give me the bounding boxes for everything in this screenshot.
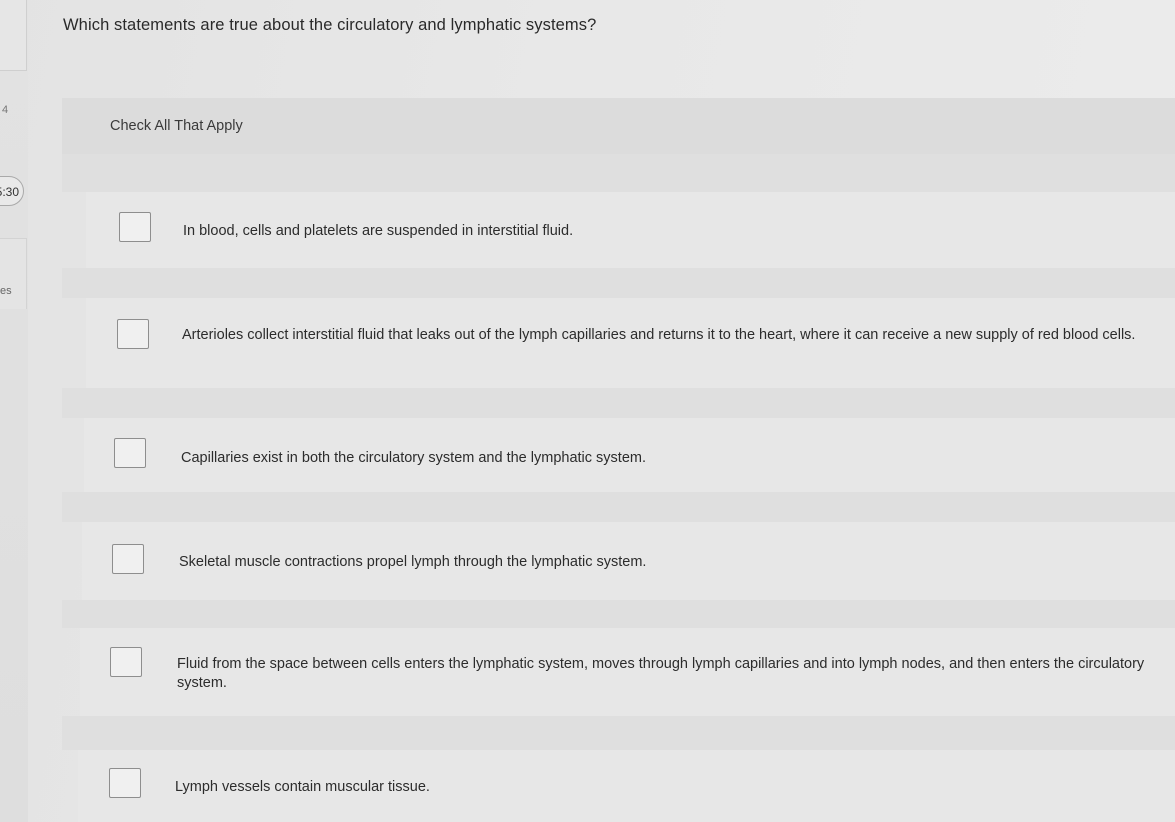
answer-option[interactable]: Fluid from the space between cells enter…: [80, 628, 1175, 716]
option-label: Arterioles collect interstitial fluid th…: [182, 327, 1136, 343]
answer-option[interactable]: Lymph vessels contain muscular tissue.: [78, 750, 1175, 822]
question-number: 4: [2, 104, 9, 116]
option-separator: [62, 492, 1175, 522]
option-label: Capillaries exist in both the circulator…: [181, 450, 646, 466]
option-label: Lymph vessels contain muscular tissue.: [175, 779, 430, 795]
sidebar-top-panel: [0, 0, 27, 71]
option-label: Fluid from the space between cells enter…: [177, 656, 1145, 691]
option-separator: [62, 388, 1175, 418]
sidebar-label-fragment: es: [0, 285, 12, 297]
sidebar: 4 5:30 es: [0, 0, 28, 822]
timer-badge: 5:30: [0, 176, 24, 206]
instructions-text: Check All That Apply: [110, 118, 243, 134]
answer-option[interactable]: In blood, cells and platelets are suspen…: [86, 192, 1175, 268]
sidebar-panel[interactable]: [0, 238, 27, 309]
question-title: Which statements are true about the circ…: [63, 16, 597, 34]
option-separator: [62, 268, 1175, 298]
answer-option[interactable]: Skeletal muscle contractions propel lymp…: [82, 522, 1175, 600]
answer-option[interactable]: Arterioles collect interstitial fluid th…: [86, 298, 1175, 388]
option-separator: [62, 716, 1175, 750]
option-separator: [62, 154, 1175, 192]
option-label: Skeletal muscle contractions propel lymp…: [179, 554, 647, 570]
option-separator: [62, 600, 1175, 628]
option-checkbox[interactable]: [110, 647, 142, 677]
option-checkbox[interactable]: [112, 544, 144, 574]
option-checkbox[interactable]: [119, 212, 151, 242]
option-checkbox[interactable]: [117, 319, 149, 349]
answer-option[interactable]: Capillaries exist in both the circulator…: [84, 418, 1175, 492]
instructions-bar: Check All That Apply: [62, 98, 1175, 154]
option-label: In blood, cells and platelets are suspen…: [183, 223, 574, 239]
option-checkbox[interactable]: [114, 438, 146, 468]
option-checkbox[interactable]: [109, 768, 141, 798]
